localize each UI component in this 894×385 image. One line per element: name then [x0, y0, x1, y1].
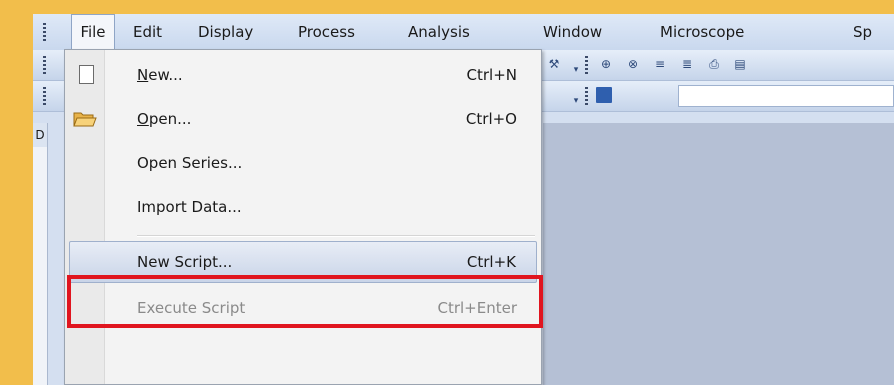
toolbar-text-field[interactable]: [678, 85, 894, 107]
new-document-icon: [79, 65, 94, 84]
menu-item-label: New...: [137, 66, 183, 84]
menu-process[interactable]: Process: [298, 14, 355, 50]
save-icon[interactable]: [596, 87, 612, 103]
file-menu-dropdown: New... Ctrl+N Open... Ctrl+O Open Series…: [64, 49, 542, 385]
workspace: [543, 123, 894, 385]
menu-item-shortcut: Ctrl+O: [465, 110, 517, 128]
add-list-icon[interactable]: ≡: [651, 56, 669, 73]
add-10-icon[interactable]: ⊕: [597, 56, 615, 73]
print-preview-icon[interactable]: ⎙: [705, 56, 723, 73]
menu-item-shortcut: Ctrl+Enter: [437, 299, 517, 317]
open-folder-icon: [73, 112, 97, 127]
left-panel-tab[interactable]: D: [33, 123, 47, 147]
menu-item-label: New Script...: [137, 253, 233, 271]
menu-item-shortcut: Ctrl+K: [466, 253, 516, 271]
menu-item-label: Import Data...: [137, 198, 242, 216]
menu-item-label: Execute Script: [137, 299, 246, 317]
menu-item-shortcut: Ctrl+N: [466, 66, 517, 84]
toolbar-grip-icon[interactable]: [585, 87, 588, 105]
menu-item-import-data[interactable]: Import Data...: [65, 185, 541, 229]
menu-separator: [137, 235, 535, 237]
remove-10-icon[interactable]: ⊗: [624, 56, 642, 73]
toolbar-grip-icon[interactable]: [585, 56, 588, 74]
menu-bar: File Edit Display Process Analysis Windo…: [33, 14, 894, 51]
menubar-grip-icon[interactable]: [43, 23, 46, 41]
remove-list-icon[interactable]: ≣: [678, 56, 696, 73]
menu-item-new-script[interactable]: New Script... Ctrl+K: [69, 241, 537, 283]
page-icon[interactable]: ▤: [731, 56, 749, 73]
menu-window[interactable]: Window: [543, 14, 602, 50]
menu-item-label: Open Series...: [137, 154, 243, 172]
menu-item-execute-script[interactable]: Execute Script Ctrl+Enter: [65, 286, 541, 330]
toolbar-dropdown-icon[interactable]: ▾: [567, 62, 585, 79]
tools-icon[interactable]: ⚒: [545, 56, 563, 73]
menu-item-open[interactable]: Open... Ctrl+O: [65, 97, 541, 141]
menu-edit[interactable]: Edit: [133, 14, 162, 50]
menu-microscope[interactable]: Microscope: [660, 14, 744, 50]
toolbar-grip-icon[interactable]: [43, 87, 46, 105]
menu-display[interactable]: Display: [198, 14, 253, 50]
toolbar-grip-icon[interactable]: [43, 56, 46, 74]
toolbar-dropdown-icon[interactable]: ▾: [567, 93, 585, 110]
menu-file[interactable]: File: [71, 14, 115, 50]
menu-sp-truncated[interactable]: Sp: [853, 14, 872, 50]
menu-analysis[interactable]: Analysis: [408, 14, 470, 50]
menu-item-new[interactable]: New... Ctrl+N: [65, 53, 541, 97]
menu-item-open-series[interactable]: Open Series...: [65, 141, 541, 185]
menu-item-label: Open...: [137, 110, 192, 128]
left-panel: D: [33, 123, 48, 385]
